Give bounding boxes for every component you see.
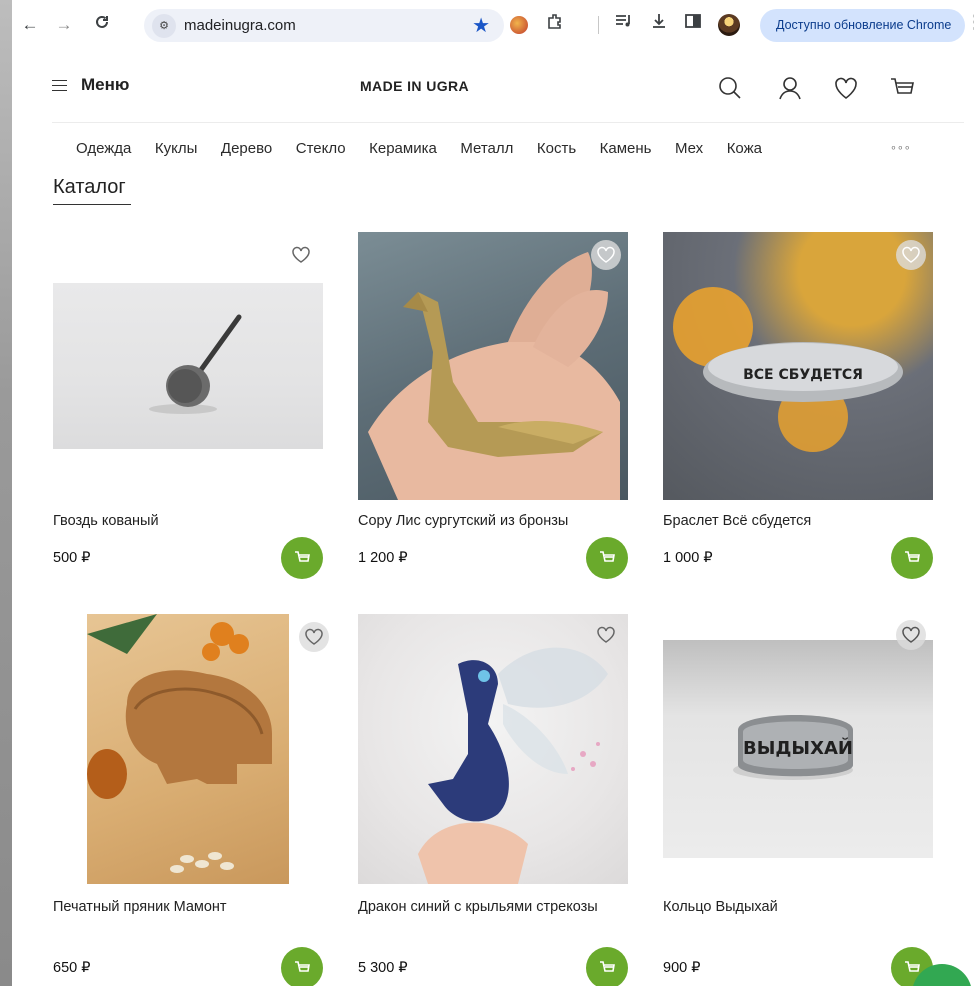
category-wood[interactable]: Дерево [221, 140, 272, 157]
category-ceramics[interactable]: Керамика [369, 140, 437, 157]
cart-icon [905, 551, 920, 562]
product-name[interactable]: Кольцо Выдыхай [663, 898, 925, 917]
site-settings-icon[interactable]: ⚙ [152, 14, 176, 38]
heart-icon [305, 628, 323, 645]
category-bone[interactable]: Кость [537, 140, 576, 157]
product-photo[interactable] [358, 614, 628, 884]
category-nav: Одежда Куклы Дерево Стекло Керамика Мета… [76, 140, 785, 157]
bookmark-star-icon[interactable]: ★ [472, 13, 490, 38]
cart-icon [600, 961, 615, 972]
add-to-favorites-button[interactable] [591, 620, 621, 650]
add-to-cart-button[interactable] [281, 537, 323, 579]
add-to-favorites-button[interactable] [299, 622, 329, 652]
more-categories-icon[interactable]: ∘∘∘ [890, 141, 911, 154]
product-name[interactable]: Copy Лис сургутский из бронзы [358, 512, 620, 531]
product-name[interactable]: Дракон синий с крыльями стрекозы [358, 898, 620, 917]
user-account-icon[interactable] [776, 74, 804, 102]
product-card[interactable]: ВСЕ СБУДЕТСЯ Браслет Всё сбудется 1 000 … [663, 232, 933, 584]
heart-icon [902, 626, 920, 643]
add-to-favorites-button[interactable] [286, 240, 316, 270]
search-icon[interactable] [716, 74, 744, 102]
reload-icon[interactable] [90, 13, 114, 37]
cart-icon [600, 551, 615, 562]
product-photo[interactable] [53, 283, 323, 449]
more-menu-icon[interactable]: ⋮ [966, 12, 974, 33]
product-price: 500 ₽ [53, 550, 91, 566]
category-glass[interactable]: Стекло [296, 140, 346, 157]
site-logo[interactable]: MADE IN UGRA [360, 78, 469, 94]
side-panel-icon[interactable] [680, 12, 706, 38]
cart-icon [295, 551, 310, 562]
profile-avatar[interactable] [716, 12, 742, 38]
product-card[interactable]: Печатный пряник Мамонт 650 ₽ [53, 614, 329, 986]
site-header: Меню MADE IN UGRA [12, 50, 974, 124]
page-title: Каталог [53, 176, 126, 198]
heart-icon [597, 246, 615, 263]
cart-icon[interactable] [888, 74, 916, 102]
product-photo[interactable] [87, 614, 289, 884]
add-to-cart-button[interactable] [891, 537, 933, 579]
header-divider [52, 122, 964, 123]
add-to-favorites-button[interactable] [896, 620, 926, 650]
product-name[interactable]: Гвоздь кованый [53, 512, 315, 531]
product-price: 5 300 ₽ [358, 960, 408, 976]
product-card[interactable]: Гвоздь кованый 500 ₽ [53, 232, 323, 584]
url-text: madeinugra.com [184, 17, 296, 34]
address-bar[interactable]: ⚙ madeinugra.com ★ [144, 9, 504, 42]
category-dolls[interactable]: Куклы [155, 140, 198, 157]
product-price: 650 ₽ [53, 960, 91, 976]
product-photo[interactable] [358, 232, 628, 500]
menu-label: Меню [81, 75, 130, 94]
product-card[interactable]: ВЫДЫХАЙ Кольцо Выдыхай 900 ₽ [663, 614, 933, 986]
menu-button[interactable]: Меню [52, 75, 129, 95]
product-card[interactable]: Дракон синий с крыльями стрекозы 5 300 ₽ [358, 614, 628, 986]
chrome-update-button[interactable]: Доступно обновление Chrome [760, 9, 965, 42]
download-icon[interactable] [646, 12, 672, 38]
category-stone[interactable]: Камень [600, 140, 652, 157]
add-to-cart-button[interactable] [586, 947, 628, 986]
bracelet-engraving: ВСЕ СБУДЕТСЯ [743, 367, 863, 383]
browser-toolbar: ← → ⚙ madeinugra.com ★ Доступно обновлен… [12, 0, 974, 50]
category-fur[interactable]: Мех [675, 140, 703, 157]
product-card[interactable]: Copy Лис сургутский из бронзы 1 200 ₽ [358, 232, 628, 584]
hamburger-icon [52, 79, 67, 91]
title-underline [53, 204, 131, 205]
ring-engraving: ВЫДЫХАЙ [743, 737, 853, 759]
product-price: 1 000 ₽ [663, 550, 713, 566]
product-price: 1 200 ₽ [358, 550, 408, 566]
category-metal[interactable]: Металл [460, 140, 513, 157]
product-name[interactable]: Печатный пряник Мамонт [53, 898, 315, 917]
cart-icon [295, 961, 310, 972]
product-photo[interactable]: ВЫДЫХАЙ [663, 640, 933, 858]
category-clothing[interactable]: Одежда [76, 140, 131, 157]
heart-icon [597, 626, 615, 643]
toolbar-separator [598, 16, 599, 34]
reading-list-icon[interactable] [610, 12, 636, 38]
add-to-favorites-button[interactable] [591, 240, 621, 270]
forward-icon[interactable]: → [52, 13, 76, 37]
extension-icon[interactable] [506, 12, 532, 38]
back-icon[interactable]: ← [18, 13, 42, 37]
add-to-favorites-button[interactable] [896, 240, 926, 270]
heart-icon [902, 246, 920, 263]
add-to-cart-button[interactable] [586, 537, 628, 579]
puzzle-extensions-icon[interactable] [542, 12, 568, 38]
product-photo[interactable]: ВСЕ СБУДЕТСЯ [663, 232, 933, 500]
browser-window: ← → ⚙ madeinugra.com ★ Доступно обновлен… [12, 0, 974, 986]
product-price: 900 ₽ [663, 960, 701, 976]
heart-icon [292, 246, 310, 263]
favorites-heart-icon[interactable] [832, 74, 860, 102]
add-to-cart-button[interactable] [281, 947, 323, 986]
category-leather[interactable]: Кожа [727, 140, 762, 157]
product-name[interactable]: Браслет Всё сбудется [663, 512, 925, 531]
